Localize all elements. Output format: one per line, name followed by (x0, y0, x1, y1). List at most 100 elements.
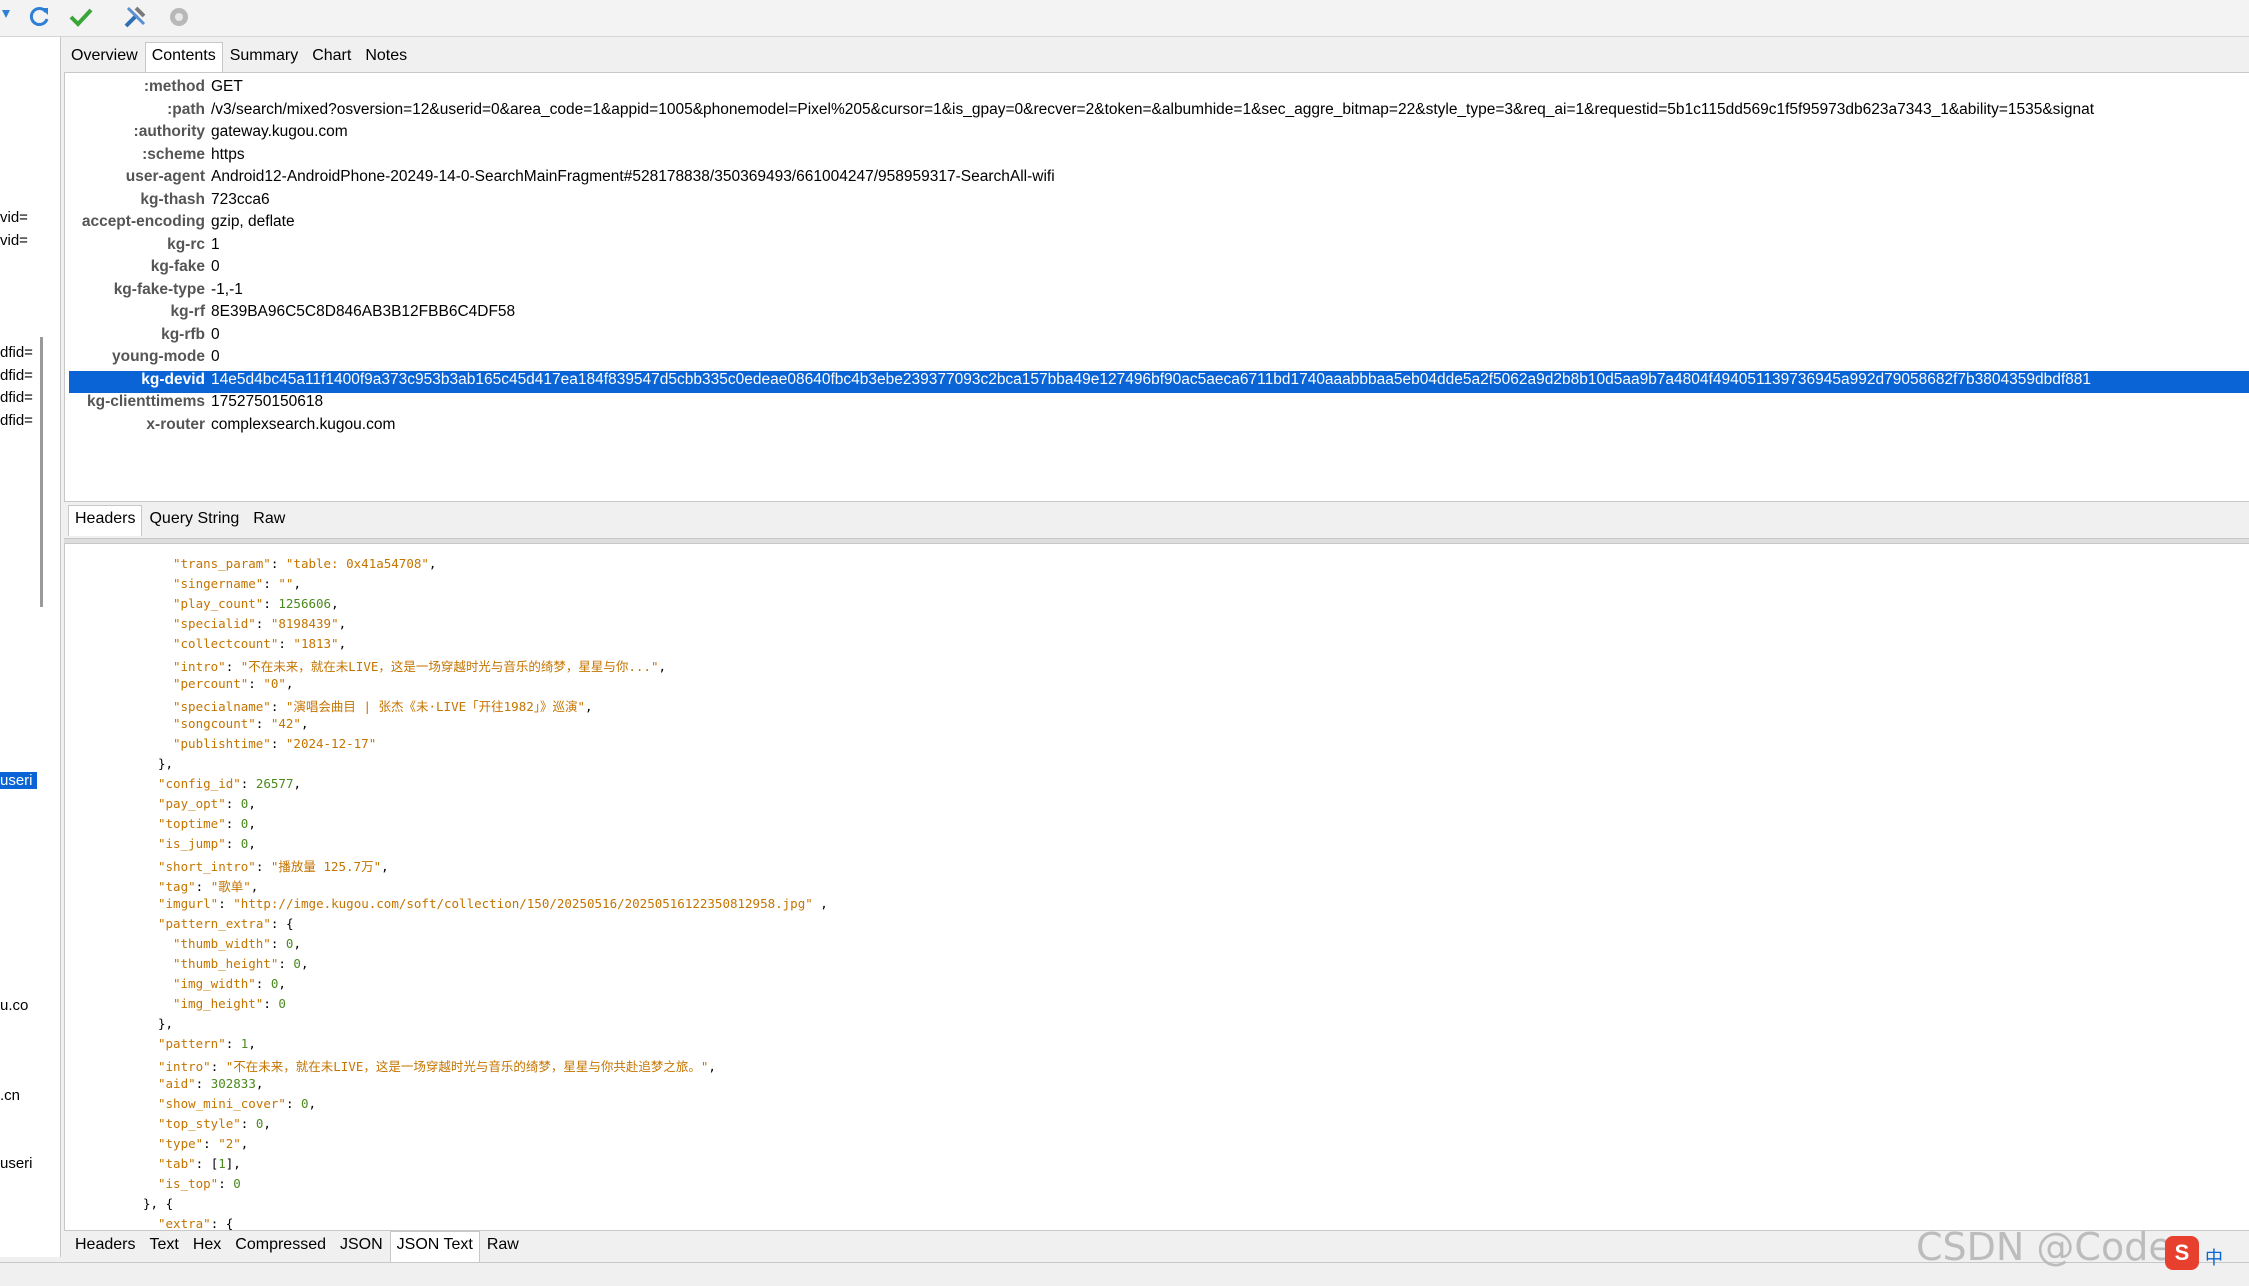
session-row-fragment[interactable]: vid= (0, 209, 28, 226)
tab-response-text[interactable]: Text (142, 1231, 185, 1263)
json-string: "演唱会曲目 | 张杰《未·LIVE「开往1982」》巡演" (285, 699, 586, 714)
session-row-fragment[interactable]: u.co (0, 997, 28, 1014)
json-string: "不在未来，就在未LIVE，这是一场穿越时光与音乐的绮梦，星星与你共赴追梦之旅。… (225, 1059, 709, 1074)
json-punct: , (248, 816, 256, 831)
json-line: "type": "2", (158, 1136, 248, 1151)
session-row-fragment[interactable]: dfid= (0, 412, 33, 429)
tab-request-headers[interactable]: Headers (68, 505, 143, 536)
ime-logo-icon[interactable]: S (2165, 1236, 2199, 1270)
json-line: "singername": "", (173, 576, 301, 591)
json-key: "is_top" (158, 1176, 219, 1191)
header-row[interactable]: :authority gateway.kugou.com (69, 123, 2249, 145)
json-punct: , (331, 596, 339, 611)
json-line: "specialname": "演唱会曲目 | 张杰《未·LIVE「开往1982… (173, 696, 593, 715)
ime-language-indicator[interactable]: 中 (2205, 1244, 2223, 1270)
session-row-fragment[interactable]: .cn (0, 1087, 20, 1104)
response-json-text[interactable]: "trans_param": "table: 0x41a54708", "sing… (64, 543, 2249, 1231)
json-punct: , (812, 896, 828, 911)
tab-response-raw[interactable]: Raw (480, 1231, 526, 1263)
json-punct: : (225, 816, 241, 831)
json-punct: , (250, 879, 259, 894)
tab-response-headers[interactable]: Headers (68, 1231, 142, 1263)
session-row-fragment[interactable]: useri (0, 1155, 33, 1172)
json-punct: : (255, 616, 271, 631)
json-punct: }, (158, 756, 174, 771)
header-key: :scheme (142, 145, 205, 163)
json-punct: : (263, 996, 279, 1011)
session-list[interactable]: vid= vid= dfid= dfid= dfid= dfid= useri … (0, 37, 61, 1257)
toolbar (0, 0, 2249, 37)
json-punct: , (300, 956, 309, 971)
sidebar-scrollbar[interactable] (40, 337, 43, 607)
header-key: :path (167, 100, 205, 118)
session-row-fragment[interactable]: vid= (0, 232, 28, 249)
json-string: "0" (263, 676, 286, 691)
json-key: "img_width" (173, 976, 256, 991)
json-punct: : (270, 936, 286, 951)
header-value: Android12-AndroidPhone-20249-14-0-Search… (211, 168, 1055, 185)
refresh-icon[interactable] (26, 4, 52, 30)
json-punct: , (263, 1116, 271, 1131)
tab-response-compressed[interactable]: Compressed (228, 1231, 333, 1263)
header-row[interactable]: kg-rf 8E39BA96C5C8D846AB3B12FBB6C4DF58 (69, 303, 2249, 325)
json-key: "config_id" (158, 776, 241, 791)
request-headers-panel: :method GET:path/v3/search/mixed?osversio… (64, 72, 2249, 502)
tab-response-hex[interactable]: Hex (186, 1231, 228, 1263)
header-key: :authority (133, 123, 205, 140)
json-key: "extra" (158, 1216, 211, 1231)
json-punct: , (708, 1059, 716, 1074)
tab-response-json[interactable]: JSON (333, 1231, 390, 1263)
json-punct: ], (225, 1156, 241, 1171)
tab-chart[interactable]: Chart (305, 42, 358, 74)
json-string: "1813" (293, 636, 339, 651)
json-line: "toptime": 0, (158, 816, 256, 831)
header-row[interactable]: kg-thash 723cca6 (69, 191, 2249, 213)
json-string: "2" (218, 1136, 241, 1151)
json-punct: : (203, 1136, 219, 1151)
header-row[interactable]: x-router complexsearch.kugou.com (69, 416, 2249, 438)
json-key: "specialid" (173, 616, 256, 631)
header-key: kg-rfb (161, 325, 205, 343)
session-row-fragment[interactable]: dfid= (0, 367, 33, 384)
json-punct: }, { (143, 1196, 174, 1211)
watermark: CSDN @Code (1916, 1225, 2172, 1269)
json-punct: : (255, 976, 271, 991)
json-punct: : (240, 776, 256, 791)
header-row[interactable]: young-mode 0 (69, 348, 2249, 370)
header-row[interactable]: kg-rc 1 (69, 236, 2249, 258)
header-row[interactable]: :path/v3/search/mixed?osversion=12&useri… (69, 101, 2249, 123)
session-row-fragment[interactable]: dfid= (0, 344, 33, 361)
json-key: "show_mini_cover" (158, 1096, 286, 1111)
header-row[interactable]: :method GET (69, 78, 2249, 100)
json-punct: : { (270, 916, 294, 931)
tab-contents[interactable]: Contents (144, 42, 223, 73)
json-punct: , (255, 1076, 264, 1091)
tab-request-raw[interactable]: Raw (246, 505, 292, 537)
header-value: complexsearch.kugou.com (211, 415, 396, 433)
json-string: "不在未来，就在未LIVE，这是一场穿越时光与音乐的绮梦，星星与你..." (240, 659, 659, 674)
tab-response-json-text[interactable]: JSON Text (389, 1231, 480, 1262)
json-key: "pattern" (158, 1036, 226, 1051)
header-row[interactable]: kg-rfb 0 (69, 326, 2249, 348)
json-line: "collectcount": "1813", (173, 636, 346, 651)
header-key: kg-rc (167, 235, 205, 253)
tab-summary[interactable]: Summary (223, 42, 305, 74)
tools-icon[interactable] (122, 4, 148, 30)
json-punct: : (270, 699, 286, 714)
header-row[interactable]: kg-fake-type -1,-1 (69, 281, 2249, 303)
header-row[interactable]: kg-clienttimems 1752750150618 (69, 393, 2249, 415)
json-line: "tab": [1], (158, 1156, 241, 1171)
tab-query-string[interactable]: Query String (142, 505, 246, 537)
tab-notes[interactable]: Notes (358, 42, 414, 74)
back-arrow-icon[interactable] (0, 4, 26, 30)
session-row-selected[interactable]: useri (0, 772, 37, 789)
checkmark-icon[interactable] (68, 4, 94, 30)
header-row[interactable]: accept-encoding gzip, deflate (69, 213, 2249, 235)
header-row[interactable]: user-agent Android12-AndroidPhone-20249-1… (69, 168, 2249, 190)
header-row[interactable]: :scheme https (69, 146, 2249, 168)
header-row[interactable]: kg-devid 14e5d4bc45a11f1400f9a373c953b3ab… (69, 370, 2249, 393)
tab-overview[interactable]: Overview (64, 42, 145, 74)
header-row[interactable]: kg-fake 0 (69, 258, 2249, 280)
session-row-fragment[interactable]: dfid= (0, 389, 33, 406)
settings-gear-icon[interactable] (166, 4, 192, 30)
